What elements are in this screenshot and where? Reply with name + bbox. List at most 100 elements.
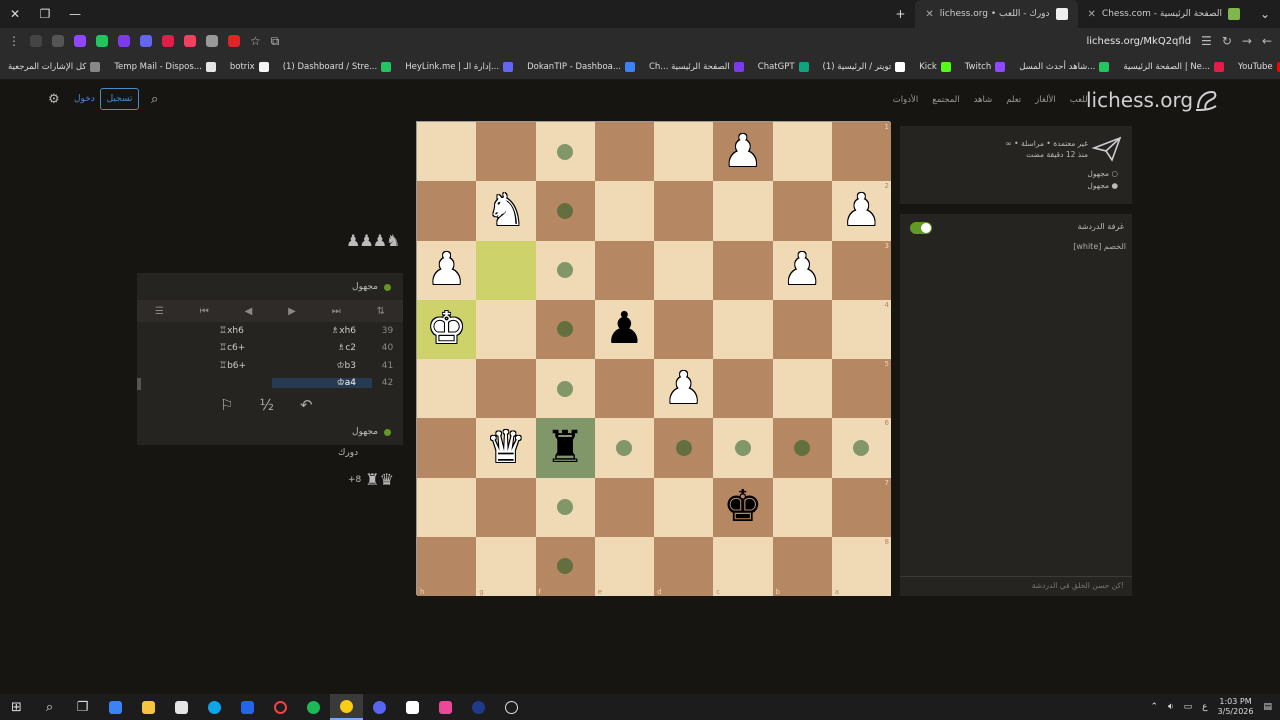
extensions-icon[interactable] — [52, 35, 64, 47]
move-ply[interactable]: ♖b6+ — [137, 361, 272, 371]
square-b3[interactable]: ♟ — [772, 240, 832, 300]
player-white[interactable]: مجهول — [1087, 169, 1109, 178]
clock[interactable]: 1:03 PM 3/5/2026 — [1218, 697, 1254, 716]
adblock-ext-icon[interactable] — [228, 35, 240, 47]
close-tab-icon[interactable]: ✕ — [1088, 9, 1096, 20]
move-destination-dot[interactable] — [557, 558, 574, 575]
move-destination-dot[interactable] — [794, 439, 811, 456]
tab-lichess[interactable]: ✕ lichess.org • دورك - اللعب — [915, 0, 1078, 28]
next-move-icon[interactable]: ▶ — [288, 306, 296, 317]
square-d6[interactable] — [654, 418, 714, 478]
close-window-icon[interactable]: ✕ — [0, 7, 30, 21]
square-e2[interactable] — [594, 181, 654, 241]
nav-learn[interactable]: تعلم — [1006, 95, 1021, 105]
signup-button[interactable]: تسجيل — [100, 88, 139, 110]
square-e1[interactable] — [594, 122, 654, 182]
square-c1[interactable]: ♟ — [713, 122, 773, 182]
record-ext-icon[interactable] — [162, 35, 174, 47]
new-tab-icon[interactable]: + — [885, 7, 915, 21]
square-g7[interactable] — [476, 477, 536, 537]
nav-tools[interactable]: الأدوات — [893, 95, 918, 105]
square-h1[interactable] — [417, 122, 477, 182]
square-e5[interactable] — [594, 359, 654, 419]
square-f7[interactable] — [535, 477, 595, 537]
file-explorer-icon[interactable] — [132, 694, 165, 720]
square-f4[interactable] — [535, 299, 595, 359]
bookmark-item[interactable]: Twitch — [965, 61, 1006, 72]
bookmark-item[interactable]: (1) Dashboard / Stre... — [283, 61, 392, 72]
lichess-horse-logo-icon[interactable] — [1192, 86, 1220, 114]
offer-draw-button[interactable]: ½ — [259, 396, 274, 414]
chevron-up-icon[interactable]: ⌃ — [1150, 702, 1158, 712]
nav-watch[interactable]: شاهد — [974, 95, 993, 105]
flip-board-icon[interactable]: ⇅ — [377, 306, 385, 317]
prev-move-icon[interactable]: ◀ — [245, 306, 253, 317]
bookmark-item[interactable]: Temp Mail - Dispos... — [114, 61, 216, 72]
square-f6[interactable]: ♜ — [535, 418, 595, 478]
menu-dots-icon[interactable]: ⋮ — [8, 34, 20, 48]
notification-icon[interactable]: ▤ — [1263, 702, 1272, 712]
white-pawn-icon[interactable]: ♟ — [773, 241, 832, 300]
bookmark-item[interactable]: شاهد أحدث المسل... — [1019, 61, 1110, 72]
login-link[interactable]: دخول — [74, 94, 95, 104]
takeback-icon[interactable]: ↶ — [300, 396, 313, 414]
square-a7[interactable]: 7 — [831, 477, 891, 537]
square-d7[interactable] — [654, 477, 714, 537]
square-a4[interactable]: 4 — [831, 299, 891, 359]
first-move-icon[interactable]: ⏮ — [200, 306, 209, 317]
bookmark-item[interactable]: كل الإشارات المرجعية — [8, 61, 101, 72]
square-c8[interactable]: c — [713, 536, 773, 596]
square-g4[interactable] — [476, 299, 536, 359]
menu-icon[interactable]: ☰ — [155, 306, 164, 317]
move-destination-dot[interactable] — [557, 499, 574, 516]
square-h3[interactable]: ♟ — [417, 240, 477, 300]
site-settings-icon[interactable]: ☰ — [1201, 34, 1212, 48]
square-d1[interactable] — [654, 122, 714, 182]
share-icon[interactable]: ⧉ — [271, 34, 280, 49]
square-e3[interactable] — [594, 240, 654, 300]
square-d3[interactable] — [654, 240, 714, 300]
opera-icon[interactable] — [264, 694, 297, 720]
square-h4[interactable]: ♚ — [417, 299, 477, 359]
back-icon[interactable]: ← — [1262, 34, 1272, 48]
spotify-icon[interactable] — [297, 694, 330, 720]
player-black[interactable]: مجهول — [1087, 181, 1109, 190]
square-c6[interactable] — [713, 418, 773, 478]
square-g2[interactable]: ♞ — [476, 181, 536, 241]
black-king-icon[interactable]: ♚ — [713, 478, 772, 537]
discord-icon[interactable] — [363, 694, 396, 720]
shield-ext-icon[interactable] — [118, 35, 130, 47]
square-g1[interactable] — [476, 122, 536, 182]
tab-search-icon[interactable]: ⌄ — [1250, 7, 1280, 21]
bookmark-item[interactable]: ChatGPT — [758, 61, 809, 72]
chess-board[interactable]: ♟ 1 ♞ 2 ♟ ♟ ♟ 3 ♚ ♟ 4 ♟ 5 ♛ ♜ 6 ♚ 7 h g f e d c b 8 a — [416, 121, 891, 596]
resign-flag-icon[interactable]: ⚐ — [220, 396, 233, 414]
move-destination-dot[interactable] — [557, 262, 574, 279]
square-d5[interactable]: ♟ — [654, 359, 714, 419]
move-destination-dot[interactable] — [557, 321, 574, 338]
resize-handle[interactable] — [137, 378, 141, 390]
square-a6[interactable]: 6 — [831, 418, 891, 478]
square-h7[interactable] — [417, 477, 477, 537]
start-windows-icon[interactable]: ⊞ — [0, 694, 33, 720]
square-c7[interactable]: ♚ — [713, 477, 773, 537]
app-blue-icon[interactable] — [231, 694, 264, 720]
move-destination-dot[interactable] — [853, 439, 870, 456]
square-a5[interactable]: 5 — [831, 359, 891, 419]
volume-icon[interactable]: 🔉︎ — [1168, 702, 1174, 712]
square-g8[interactable]: g — [476, 536, 536, 596]
bookmark-item[interactable]: Ch... الصفحة الرئيسية — [649, 61, 744, 72]
chrome-icon[interactable] — [330, 694, 363, 720]
close-tab-icon[interactable]: ✕ — [925, 9, 933, 20]
chat-input[interactable]: كن حسن الخلق في الدردشة! — [900, 576, 1132, 596]
move-destination-dot[interactable] — [557, 202, 574, 219]
twitch-ext-icon[interactable] — [74, 35, 86, 47]
move-ply[interactable]: ♖xh6 — [137, 326, 272, 336]
top-player-name[interactable]: مجهول — [352, 282, 378, 292]
keyboard-language[interactable]: ع — [1202, 702, 1207, 712]
square-f1[interactable] — [535, 122, 595, 182]
square-e8[interactable]: e — [594, 536, 654, 596]
square-a8[interactable]: 8a — [831, 536, 891, 596]
gear-icon[interactable]: ⚙ — [48, 92, 60, 107]
move-ply[interactable]: ♗xh6 — [272, 326, 372, 336]
